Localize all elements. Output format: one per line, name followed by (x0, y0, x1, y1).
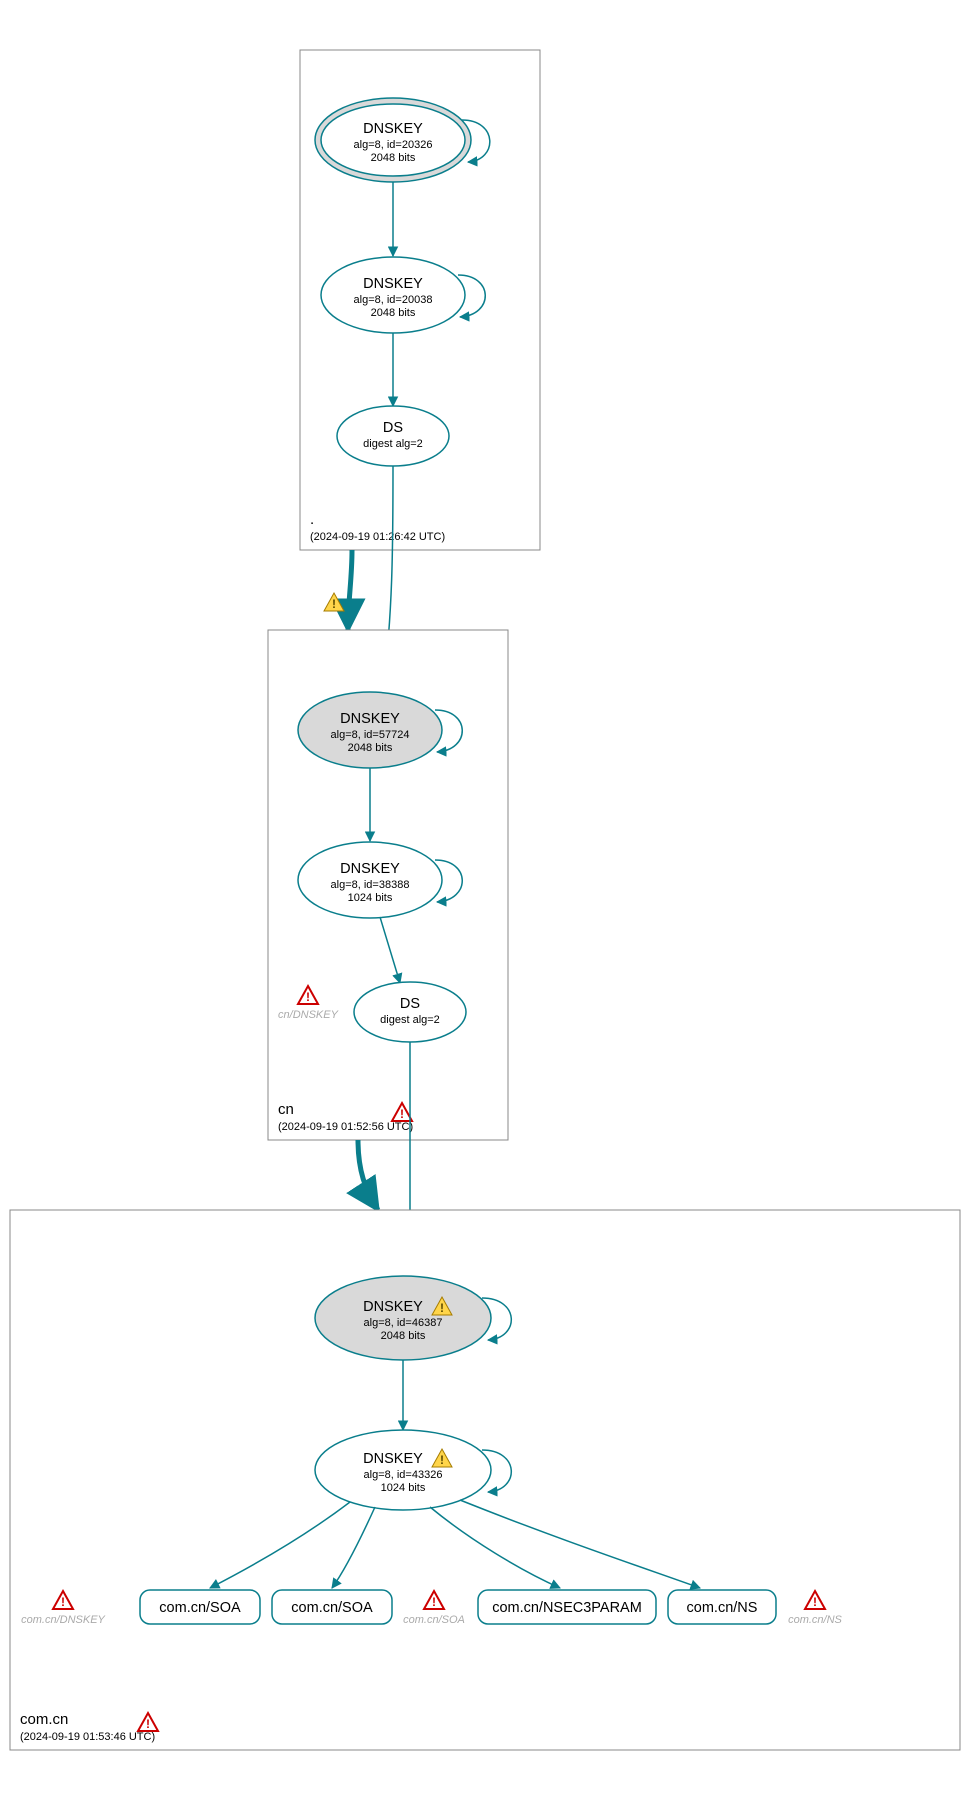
svg-text:digest alg=2: digest alg=2 (380, 1014, 440, 1026)
zone-root-label: . (310, 511, 314, 528)
svg-text:com.cn/SOA: com.cn/SOA (159, 1600, 241, 1616)
svg-text:DNSKEY: DNSKEY (340, 711, 400, 727)
svg-text:2048 bits: 2048 bits (371, 307, 416, 319)
svg-text:com.cn/SOA: com.cn/SOA (291, 1600, 373, 1616)
warning-icon (324, 593, 344, 611)
node-cn-ds[interactable]: DS digest alg=2 (354, 982, 466, 1042)
svg-text:alg=8, id=38388: alg=8, id=38388 (331, 879, 410, 891)
svg-text:2048 bits: 2048 bits (381, 1330, 426, 1342)
node-root-zsk[interactable]: DNSKEY alg=8, id=20038 2048 bits (321, 257, 465, 333)
svg-text:DS: DS (400, 996, 420, 1012)
ghost-cn-dnskey: cn/DNSKEY (278, 1009, 339, 1021)
svg-text:2048 bits: 2048 bits (371, 152, 416, 164)
svg-text:DS: DS (383, 420, 403, 436)
svg-text:DNSKEY: DNSKEY (363, 121, 423, 137)
svg-text:com.cn/NSEC3PARAM: com.cn/NSEC3PARAM (492, 1600, 642, 1616)
leaf-ns[interactable]: com.cn/NS (668, 1590, 776, 1624)
edge-root-to-cn-thick (348, 550, 352, 630)
svg-text:digest alg=2: digest alg=2 (363, 438, 423, 450)
zone-comcn-ts: (2024-09-19 01:53:46 UTC) (20, 1731, 155, 1743)
svg-text:alg=8, id=43326: alg=8, id=43326 (364, 1469, 443, 1481)
zone-root-ts: (2024-09-19 01:26:42 UTC) (310, 531, 445, 543)
svg-text:1024 bits: 1024 bits (348, 892, 393, 904)
zone-comcn-label: com.cn (20, 1711, 68, 1728)
svg-text:alg=8, id=20326: alg=8, id=20326 (354, 139, 433, 151)
svg-text:alg=8, id=20038: alg=8, id=20038 (354, 294, 433, 306)
svg-text:2048 bits: 2048 bits (348, 742, 393, 754)
leaf-soa2[interactable]: com.cn/SOA (272, 1590, 392, 1624)
node-cn-ksk[interactable]: DNSKEY alg=8, id=57724 2048 bits (298, 692, 442, 768)
zone-cn-label: cn (278, 1101, 294, 1118)
svg-text:alg=8, id=57724: alg=8, id=57724 (331, 729, 410, 741)
leaf-nsec3param[interactable]: com.cn/NSEC3PARAM (478, 1590, 656, 1624)
edge-cn-to-comcn-thick (358, 1140, 378, 1210)
svg-text:DNSKEY: DNSKEY (363, 1451, 423, 1467)
zone-cn-ts: (2024-09-19 01:52:56 UTC) (278, 1121, 413, 1133)
node-root-ksk[interactable]: DNSKEY alg=8, id=20326 2048 bits (315, 98, 471, 182)
node-comcn-ksk[interactable]: DNSKEY alg=8, id=46387 2048 bits (315, 1276, 491, 1360)
node-comcn-zsk[interactable]: DNSKEY alg=8, id=43326 1024 bits (315, 1430, 491, 1510)
svg-text:com.cn/NS: com.cn/NS (687, 1600, 758, 1616)
svg-text:DNSKEY: DNSKEY (340, 861, 400, 877)
svg-text:DNSKEY: DNSKEY (363, 276, 423, 292)
leaf-soa1[interactable]: com.cn/SOA (140, 1590, 260, 1624)
ghost-comcn-ns: com.cn/NS (788, 1614, 842, 1626)
ghost-comcn-dnskey: com.cn/DNSKEY (21, 1614, 105, 1626)
ghost-comcn-soa: com.cn/SOA (403, 1614, 465, 1626)
node-cn-zsk[interactable]: DNSKEY alg=8, id=38388 1024 bits (298, 842, 442, 918)
svg-text:alg=8, id=46387: alg=8, id=46387 (364, 1317, 443, 1329)
node-root-ds[interactable]: DS digest alg=2 (337, 406, 449, 466)
svg-text:DNSKEY: DNSKEY (363, 1299, 423, 1315)
svg-text:1024 bits: 1024 bits (381, 1482, 426, 1494)
